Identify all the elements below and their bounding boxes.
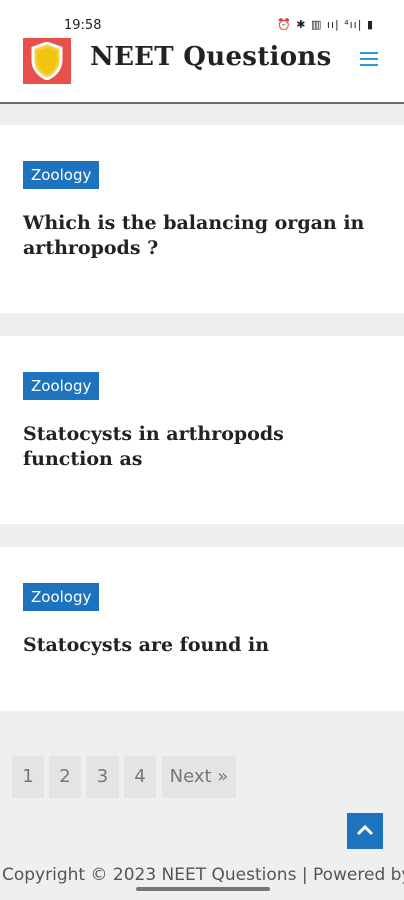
- page-link-1[interactable]: 1: [12, 756, 44, 798]
- page-link-2[interactable]: 2: [49, 756, 81, 798]
- footer-copyright: Copyright © 2023 NEET Questions | Powere…: [2, 865, 404, 885]
- home-indicator[interactable]: [136, 887, 270, 891]
- category-badge[interactable]: Zoology: [23, 372, 100, 400]
- page-link-4[interactable]: 4: [124, 756, 156, 798]
- page-link-3[interactable]: 3: [86, 756, 119, 798]
- category-badge[interactable]: Zoology: [23, 161, 100, 189]
- status-time: 19:58: [64, 18, 102, 33]
- post-title[interactable]: Which is the balancing organ in arthropo…: [23, 211, 380, 261]
- status-icons: ⏰ ✱ ▥ ıı| ⁴ıı| ▮: [277, 18, 374, 31]
- post-card: Zoology Statocysts in arthropods functio…: [0, 336, 404, 524]
- status-bar: 19:58 ⏰ ✱ ▥ ıı| ⁴ıı| ▮: [0, 0, 404, 36]
- post-title[interactable]: Statocysts are found in: [23, 633, 380, 658]
- shield-icon: [31, 42, 63, 80]
- back-to-top-button[interactable]: [347, 813, 383, 849]
- site-logo[interactable]: [23, 38, 71, 84]
- post-card: Zoology Statocysts are found in: [0, 547, 404, 711]
- site-header: NEET Questions: [0, 36, 404, 104]
- post-card: Zoology Which is the balancing organ in …: [0, 125, 404, 313]
- chevron-up-icon: [356, 824, 374, 836]
- category-badge[interactable]: Zoology: [23, 583, 100, 611]
- hamburger-menu-icon[interactable]: [360, 52, 378, 66]
- site-title[interactable]: NEET Questions: [90, 42, 332, 72]
- next-page-link[interactable]: Next »: [162, 756, 236, 798]
- post-title[interactable]: Statocysts in arthropods function as: [23, 422, 380, 472]
